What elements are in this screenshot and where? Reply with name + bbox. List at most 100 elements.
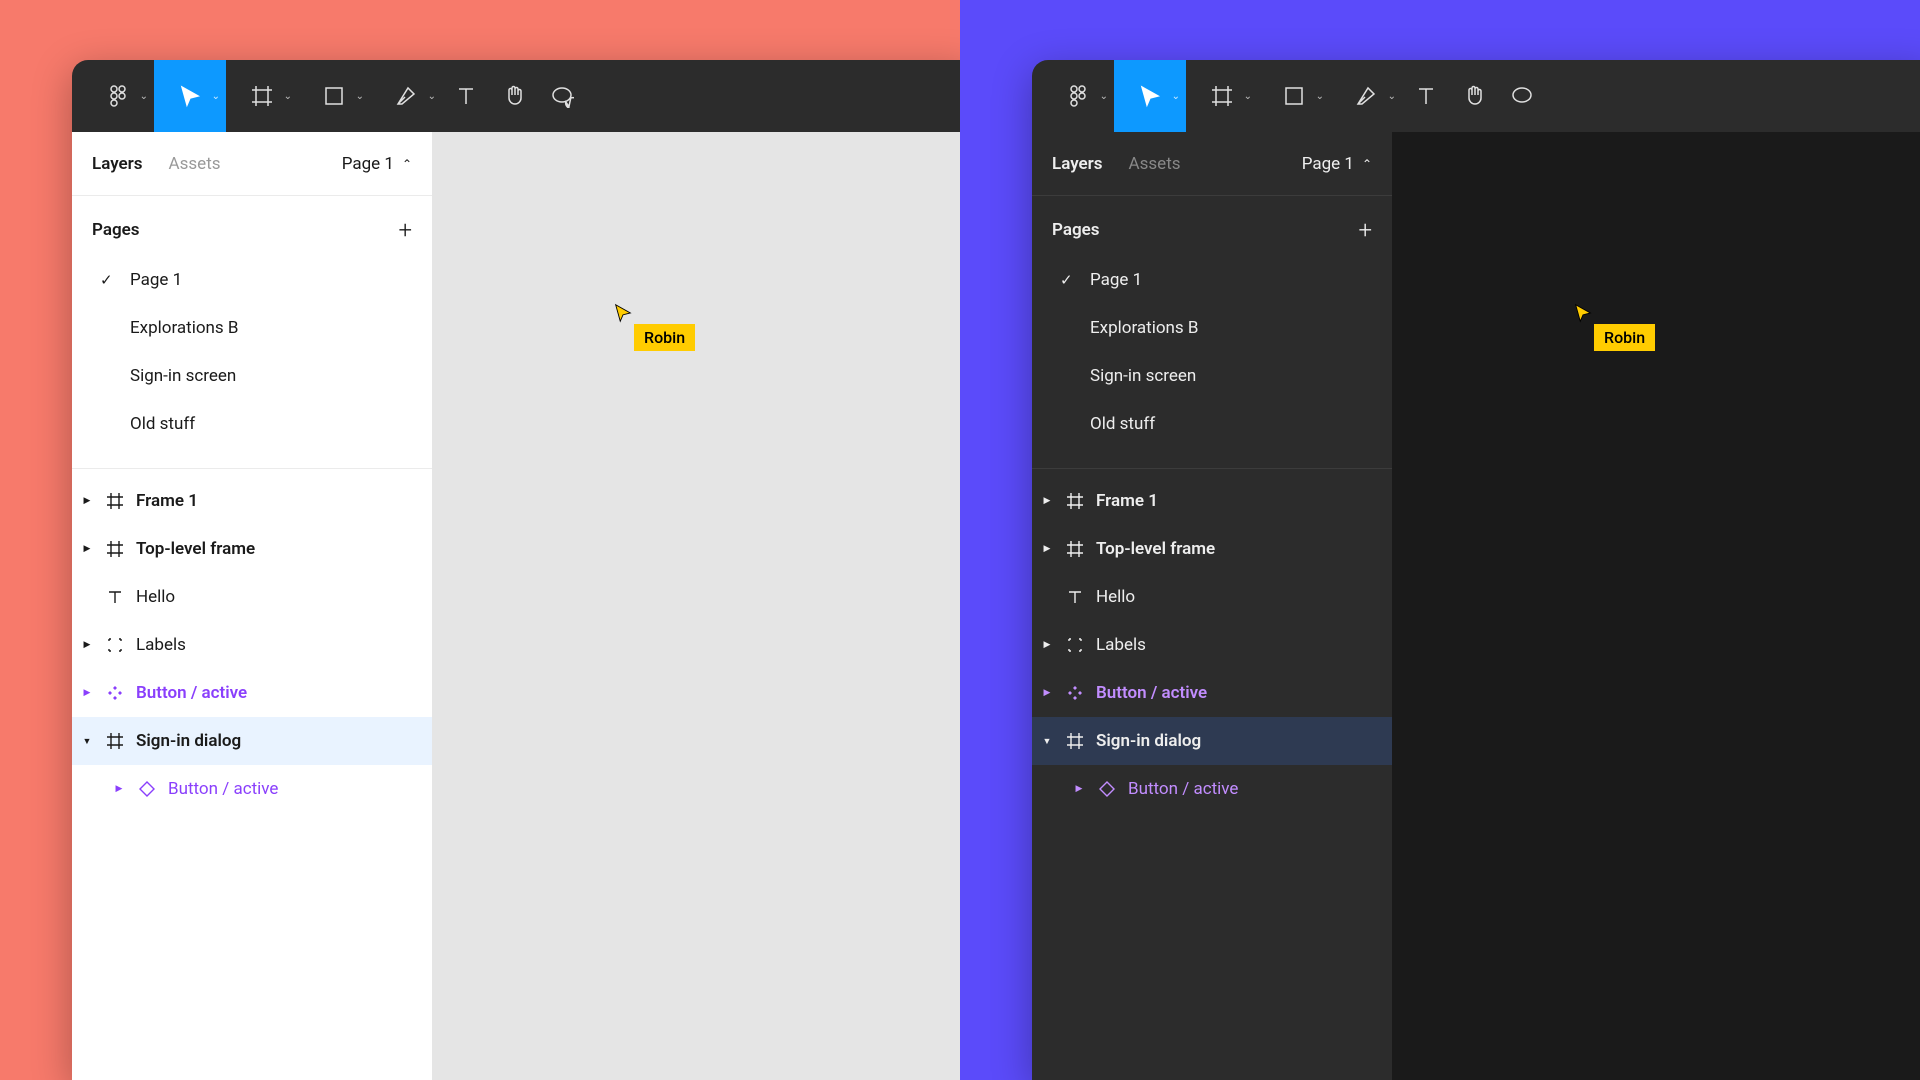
disclosure-icon[interactable] <box>1040 496 1054 506</box>
frame-tool[interactable]: ⌄ <box>1186 60 1258 132</box>
toolbar: ⌄ ⌄ ⌄ ⌄ ⌄ <box>1032 60 1920 132</box>
page-item[interactable]: Page 1 <box>1032 256 1392 304</box>
layer-list: Frame 1 Top-level frame Hello Labels But… <box>1032 469 1392 813</box>
frame-icon <box>104 490 126 512</box>
layer-item[interactable]: Button / active <box>72 669 432 717</box>
layer-item[interactable]: Labels <box>1032 621 1392 669</box>
tab-assets[interactable]: Assets <box>169 154 221 174</box>
tab-assets[interactable]: Assets <box>1129 154 1181 174</box>
shape-tool[interactable]: ⌄ <box>298 60 370 132</box>
page-item[interactable]: Page 1 <box>72 256 432 304</box>
pen-tool[interactable]: ⌄ <box>370 60 442 132</box>
layer-item[interactable]: Button / active <box>1032 669 1392 717</box>
layer-item[interactable]: Hello <box>1032 573 1392 621</box>
chevron-down-icon: ⌄ <box>212 91 220 102</box>
disclosure-icon[interactable] <box>80 688 94 698</box>
tab-layers[interactable]: Layers <box>92 154 143 174</box>
disclosure-icon[interactable] <box>1040 688 1054 698</box>
chevron-down-icon: ⌄ <box>1172 91 1180 102</box>
text-icon <box>1064 586 1086 608</box>
check-icon <box>100 270 116 290</box>
chevron-down-icon: ⌄ <box>428 91 436 102</box>
disclosure-icon[interactable] <box>1072 784 1086 794</box>
disclosure-icon[interactable] <box>80 640 94 650</box>
frame-icon <box>1064 730 1086 752</box>
text-icon <box>104 586 126 608</box>
page-item[interactable]: Explorations B <box>1032 304 1392 352</box>
add-page-button[interactable]: + <box>398 216 412 244</box>
layer-item[interactable]: Frame 1 <box>72 477 432 525</box>
chevron-down-icon: ⌄ <box>1100 91 1108 102</box>
instance-icon <box>1096 778 1118 800</box>
collaborator-cursor: Robin <box>612 302 634 328</box>
page-selector[interactable]: Page 1⌃ <box>1302 154 1372 174</box>
page-item[interactable]: Sign-in screen <box>1032 352 1392 400</box>
figma-menu[interactable]: ⌄ <box>82 60 154 132</box>
disclosure-icon[interactable] <box>1040 640 1054 650</box>
page-list: Page 1 Explorations B Sign-in screen Old… <box>72 256 432 469</box>
layer-item[interactable]: Button / active <box>1032 765 1392 813</box>
layer-item[interactable]: Labels <box>72 621 432 669</box>
disclosure-icon[interactable] <box>1040 544 1054 554</box>
chevron-down-icon: ⌄ <box>1316 91 1324 102</box>
app-window-light: ⌄ ⌄ ⌄ ⌄ ⌄ <box>72 60 972 1080</box>
chevron-down-icon: ⌄ <box>356 91 364 102</box>
comment-tool[interactable] <box>1498 60 1546 132</box>
chevron-up-icon: ⌃ <box>402 157 412 171</box>
group-icon <box>1064 634 1086 656</box>
frame-icon <box>104 538 126 560</box>
layer-item[interactable]: Top-level frame <box>72 525 432 573</box>
disclosure-icon[interactable] <box>112 784 126 794</box>
chevron-up-icon: ⌃ <box>1362 157 1372 171</box>
page-item[interactable]: Old stuff <box>72 400 432 448</box>
chevron-down-icon: ⌄ <box>140 91 148 102</box>
collaborator-label: Robin <box>1594 324 1655 351</box>
text-tool[interactable] <box>442 60 490 132</box>
hand-tool[interactable] <box>490 60 538 132</box>
disclosure-icon[interactable] <box>80 736 94 747</box>
chevron-down-icon: ⌄ <box>284 91 292 102</box>
pages-header: Pages <box>1052 220 1100 240</box>
canvas[interactable]: Robin <box>1392 132 1920 1080</box>
text-tool[interactable] <box>1402 60 1450 132</box>
move-tool[interactable]: ⌄ <box>1114 60 1186 132</box>
layer-item[interactable]: Sign-in dialog <box>1032 717 1392 765</box>
tab-layers[interactable]: Layers <box>1052 154 1103 174</box>
canvas[interactable]: Robin <box>432 132 972 1080</box>
disclosure-icon[interactable] <box>80 544 94 554</box>
toolbar: ⌄ ⌄ ⌄ ⌄ ⌄ <box>72 60 972 132</box>
figma-menu[interactable]: ⌄ <box>1042 60 1114 132</box>
layer-item[interactable]: Hello <box>72 573 432 621</box>
component-icon <box>104 682 126 704</box>
add-page-button[interactable]: + <box>1358 216 1372 244</box>
pen-tool[interactable]: ⌄ <box>1330 60 1402 132</box>
page-item[interactable]: Old stuff <box>1032 400 1392 448</box>
instance-icon <box>136 778 158 800</box>
layer-list: Frame 1 Top-level frame Hello Labels But… <box>72 469 432 813</box>
hand-tool[interactable] <box>1450 60 1498 132</box>
layer-item[interactable]: Frame 1 <box>1032 477 1392 525</box>
layer-item[interactable]: Button / active <box>72 765 432 813</box>
move-tool[interactable]: ⌄ <box>154 60 226 132</box>
page-list: Page 1 Explorations B Sign-in screen Old… <box>1032 256 1392 469</box>
frame-tool[interactable]: ⌄ <box>226 60 298 132</box>
layer-item[interactable]: Sign-in dialog <box>72 717 432 765</box>
disclosure-icon[interactable] <box>80 496 94 506</box>
pages-header: Pages <box>92 220 140 240</box>
page-item[interactable]: Sign-in screen <box>72 352 432 400</box>
collaborator-cursor: Robin <box>1572 302 1594 328</box>
chevron-down-icon: ⌄ <box>1388 91 1396 102</box>
shape-tool[interactable]: ⌄ <box>1258 60 1330 132</box>
page-item[interactable]: Explorations B <box>72 304 432 352</box>
collaborator-label: Robin <box>634 324 695 351</box>
layers-panel: Layers Assets Page 1⌃ Pages + Page 1 Exp… <box>72 132 432 1080</box>
page-selector[interactable]: Page 1⌃ <box>342 154 412 174</box>
layer-item[interactable]: Top-level frame <box>1032 525 1392 573</box>
frame-icon <box>1064 490 1086 512</box>
app-window-dark: ⌄ ⌄ ⌄ ⌄ ⌄ <box>1032 60 1920 1080</box>
cursor-icon <box>1572 302 1594 324</box>
comment-tool[interactable] <box>538 60 586 132</box>
disclosure-icon[interactable] <box>1040 736 1054 747</box>
component-icon <box>1064 682 1086 704</box>
frame-icon <box>104 730 126 752</box>
